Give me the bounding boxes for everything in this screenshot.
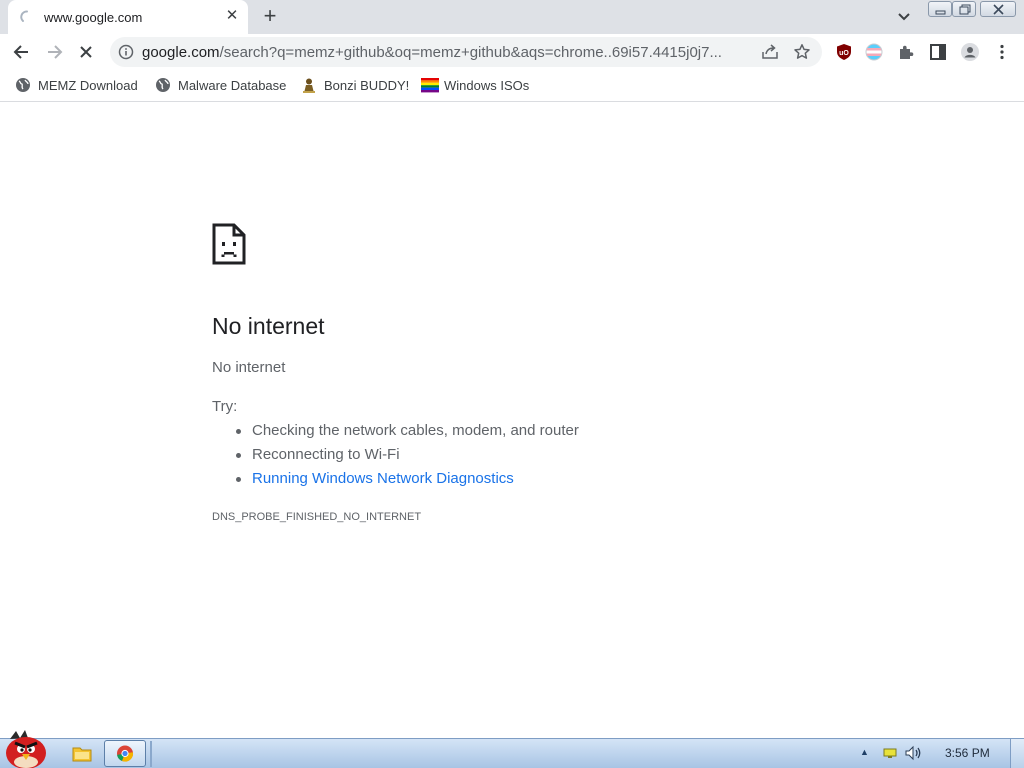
share-icon[interactable] [761,44,779,65]
suggestion-item: Checking the network cables, modem, and … [236,421,579,445]
action-center-flag-icon[interactable] [882,746,898,765]
chrome-taskbar-button[interactable] [104,740,146,767]
site-info-icon[interactable] [118,44,134,65]
taskbar-clock[interactable]: 3:56 PM [945,746,990,760]
new-tab-button[interactable]: + [258,5,282,29]
bookmark-bonzi-buddy[interactable]: Bonzi BUDDY! [301,76,411,96]
taskbar: ▲ 3:56 PM [0,730,1024,768]
restore-button[interactable] [952,1,976,17]
file-explorer-taskbar-icon[interactable] [64,741,100,767]
ublock-extension-icon[interactable]: uO [830,38,858,66]
bookmark-windows-isos[interactable]: Windows ISOs [421,76,533,96]
url-host: google.com [142,44,220,61]
sad-document-icon [212,223,246,270]
profile-avatar-icon[interactable] [956,38,984,66]
bookmark-label: MEMZ Download [38,78,138,93]
error-heading: No internet [212,313,325,339]
extensions-puzzle-icon[interactable] [892,38,920,66]
forward-button[interactable] [40,38,68,66]
taskbar-separator [150,741,152,767]
error-subtitle: No internet [212,359,286,376]
svg-text:uO: uO [839,50,849,57]
tab-search-button[interactable] [894,8,914,26]
show-hidden-icons-button[interactable]: ▲ [860,747,869,757]
bookmarks-bar: MEMZ Download Malware Database Bonzi BUD… [0,70,1024,102]
close-window-button[interactable] [980,1,1016,17]
suggestions-list: Checking the network cables, modem, and … [236,421,579,493]
error-page: No internet No internet Try: Checking th… [0,103,1024,737]
suggestion-item: Reconnecting to Wi-Fi [236,445,579,469]
trans-flag-extension-icon[interactable] [860,38,888,66]
loading-spinner-icon [20,10,34,24]
bookmark-label: Windows ISOs [444,78,530,93]
bookmark-star-icon[interactable] [793,43,811,66]
start-button-angry-bird-icon[interactable] [2,729,50,768]
back-button[interactable] [8,38,36,66]
side-panel-icon[interactable] [924,38,952,66]
minimize-button[interactable] [928,1,952,17]
url-text[interactable]: google.com/search?q=memz+github&oq=memz+… [142,44,752,61]
try-label: Try: [212,398,238,415]
bookmark-label: Malware Database [178,78,287,93]
chrome-menu-icon[interactable] [988,38,1016,66]
bonzi-icon [301,77,317,93]
tab-title: www.google.com [44,10,143,25]
tab-close-button[interactable]: ✕ [222,6,242,26]
bookmark-memz-download[interactable]: MEMZ Download [15,76,143,96]
show-desktop-button[interactable] [1010,739,1024,768]
browser-tab[interactable]: www.google.com ✕ [8,0,248,34]
globe-icon [155,77,171,93]
bookmark-label: Bonzi BUDDY! [324,78,410,93]
error-code: DNS_PROBE_FINISHED_NO_INTERNET [212,511,422,523]
globe-icon [15,77,31,93]
volume-icon[interactable] [904,745,924,766]
rainbow-flag-icon [421,77,439,93]
bookmark-malware-database[interactable]: Malware Database [155,76,289,96]
browser-toolbar: google.com/search?q=memz+github&oq=memz+… [0,34,1024,70]
url-path: /search?q=memz+github&oq=memz+github&aqs… [219,44,722,61]
address-bar[interactable]: google.com/search?q=memz+github&oq=memz+… [110,37,822,67]
stop-loading-button[interactable] [72,38,100,66]
tab-strip: www.google.com ✕ + [0,0,1024,34]
network-diagnostics-link[interactable]: Running Windows Network Diagnostics [236,469,579,493]
